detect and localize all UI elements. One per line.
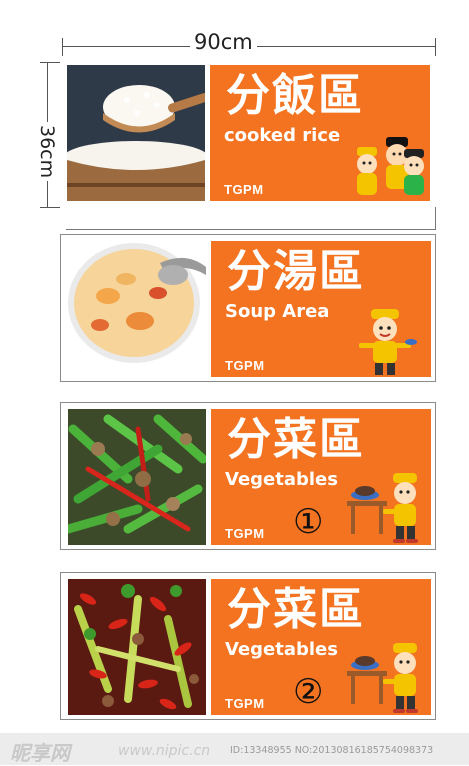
sign-title: 分菜區	[227, 414, 365, 465]
sign-panel: 分湯區 Soup Area TGPM	[211, 241, 431, 377]
brand-label: TGPM	[224, 182, 264, 197]
brand-label: TGPM	[225, 526, 265, 541]
height-label: 36cm	[36, 122, 58, 182]
sign-card-vegetables-1: 分菜區 Vegetables TGPM ①	[60, 402, 436, 550]
brand-label: TGPM	[225, 696, 265, 711]
watermark-url: www.nipic.cn	[118, 743, 211, 759]
sign-panel: 分菜區 Vegetables TGPM ①	[211, 409, 431, 545]
sign-subtitle: Soup Area	[225, 301, 330, 322]
sign-panel: 分飯區 cooked rice TGPM	[210, 65, 430, 201]
sign-card-cooked-rice: 分飯區 cooked rice TGPM	[60, 59, 436, 207]
watermark-footer: 昵享网 www.nipic.cn ID:13348955 NO:20130816…	[0, 733, 469, 765]
watermark-id: ID:13348955 NO:20130816185754098373	[230, 745, 434, 756]
counter-number: ②	[293, 672, 324, 712]
sign-subtitle: Vegetables	[225, 469, 338, 490]
watermark-logo: 昵享网	[10, 741, 70, 765]
sign-panel: 分菜區 Vegetables TGPM ②	[211, 579, 431, 715]
chef-serving-mascot	[357, 307, 417, 381]
width-label: 90cm	[190, 30, 257, 54]
soup-bowl-photo	[68, 241, 206, 377]
sign-card-soup-area: 分湯區 Soup Area TGPM	[60, 234, 436, 382]
sign-subtitle: Vegetables	[225, 639, 338, 660]
sign-title: 分飯區	[226, 70, 364, 121]
chef-at-table-mascot	[347, 641, 427, 719]
brand-label: TGPM	[225, 358, 265, 373]
green-bean-stirfry-photo	[68, 409, 206, 545]
sign-subtitle: cooked rice	[224, 125, 341, 146]
chef-at-table-mascot	[347, 471, 427, 549]
cooked-rice-photo	[67, 65, 205, 201]
chili-stirfry-photo	[68, 579, 206, 715]
sign-title: 分湯區	[227, 246, 365, 297]
sign-title: 分菜區	[227, 584, 365, 635]
sign-card-vegetables-2: 分菜區 Vegetables TGPM ②	[60, 572, 436, 720]
counter-number: ①	[293, 502, 324, 542]
three-chefs-mascot	[352, 135, 428, 203]
